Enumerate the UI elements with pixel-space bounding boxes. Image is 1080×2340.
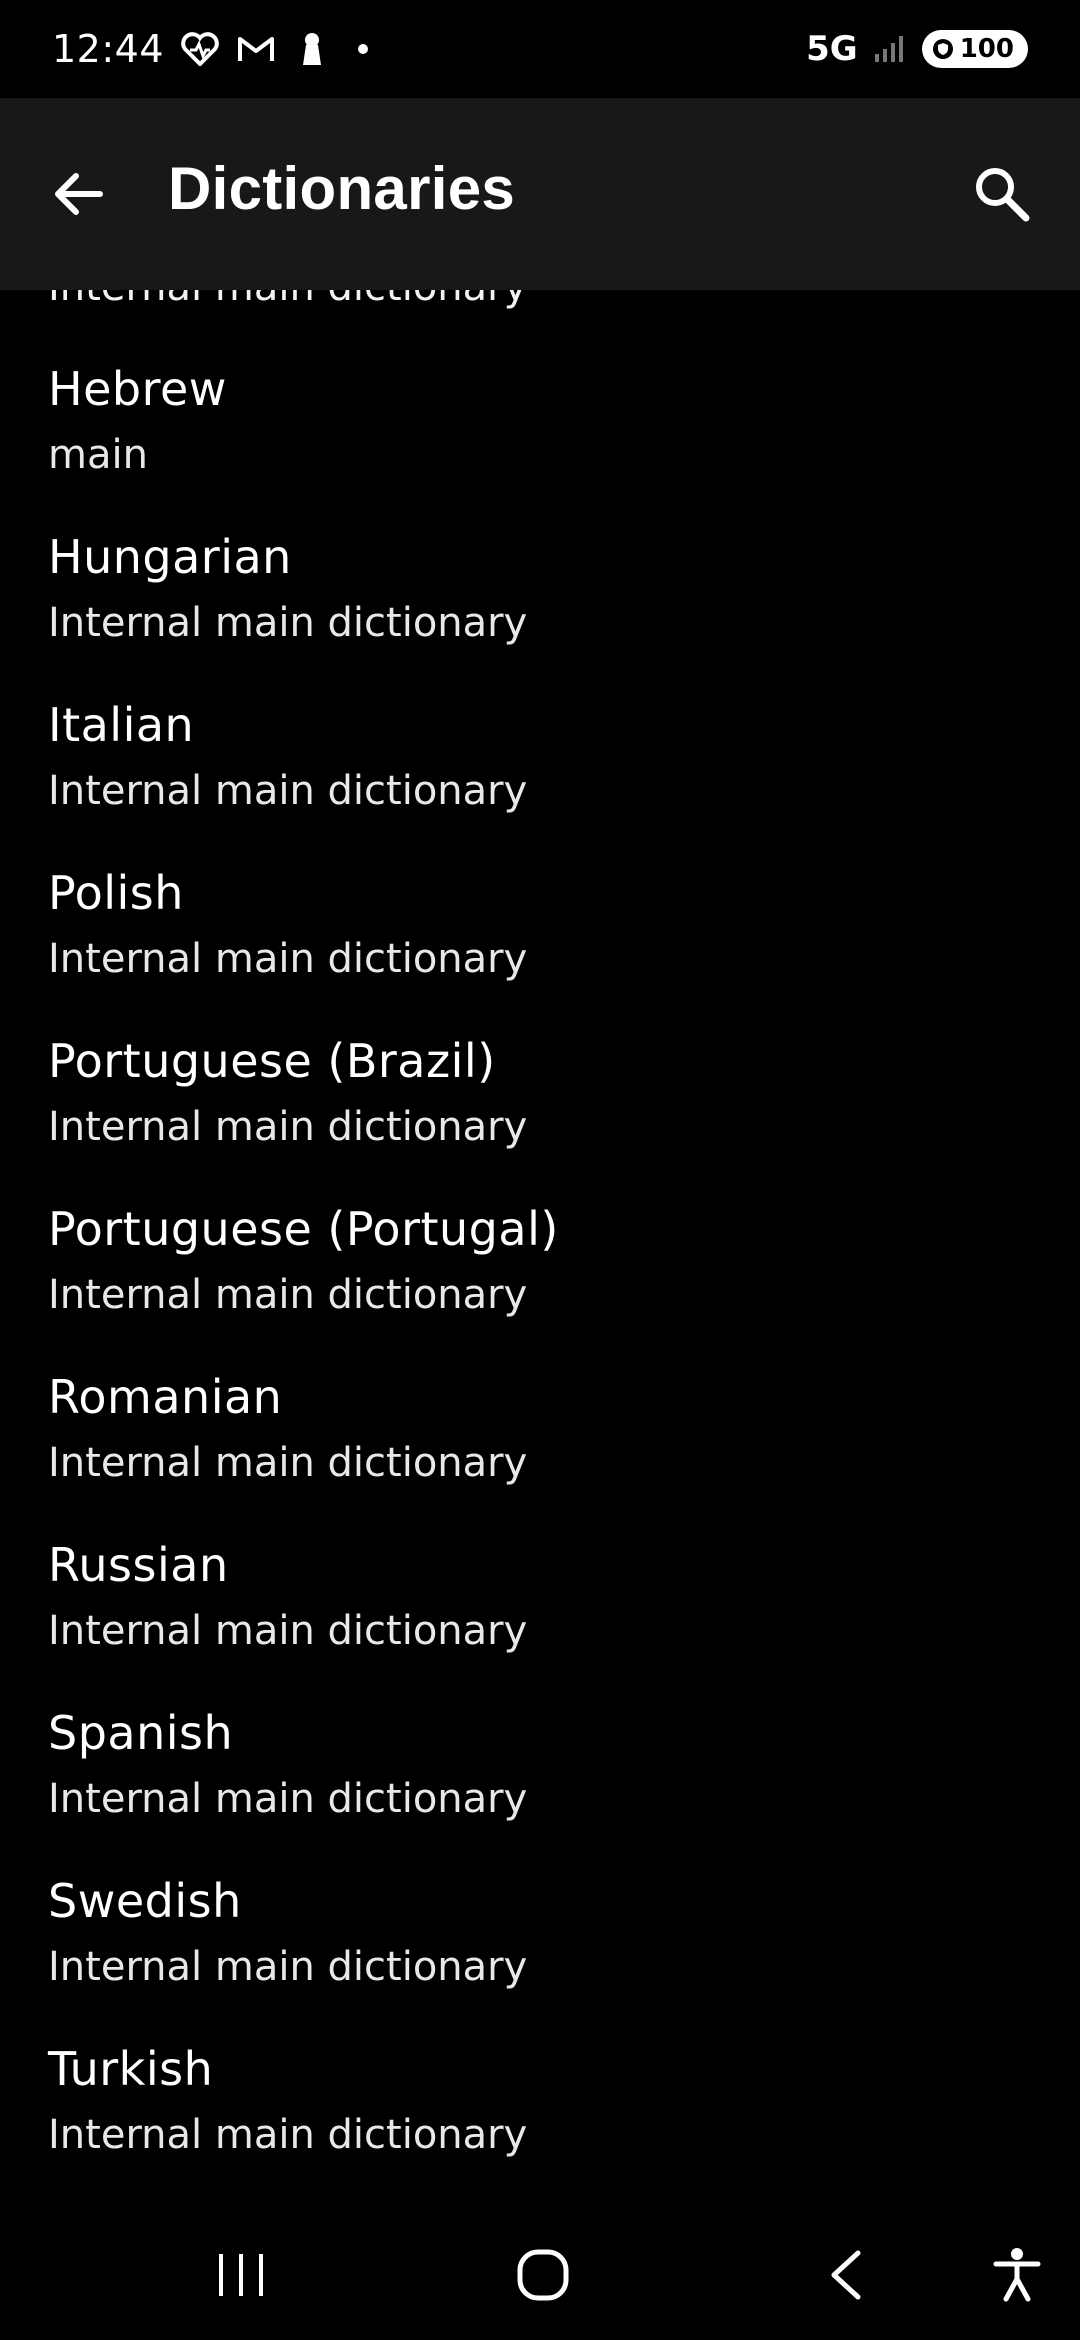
app-bar: Dictionaries	[0, 98, 1080, 290]
status-bar: 12:44 5G 100	[0, 0, 1080, 98]
recents-button[interactable]	[206, 2240, 276, 2310]
home-button[interactable]	[508, 2240, 578, 2310]
signal-icon	[870, 29, 910, 69]
list-item-subtitle: Internal main dictionary	[48, 2112, 528, 2158]
nav-back-icon	[831, 2250, 861, 2300]
dictionary-list: Internal main dictionary Hebrew main Hun…	[0, 290, 1080, 2200]
page-title: Dictionaries	[168, 155, 516, 222]
list-item-subtitle: Internal main dictionary	[48, 1776, 528, 1822]
list-item-subtitle: Internal main dictionary	[48, 1440, 528, 1486]
list-item-turkish[interactable]: Turkish Internal main dictionary	[0, 2020, 1080, 2188]
list-item-subtitle: Internal main dictionary	[48, 1944, 528, 1990]
list-item-title: Swedish	[48, 1874, 242, 1928]
accessibility-button[interactable]	[982, 2240, 1052, 2310]
list-item-portuguese-brazil[interactable]: Portuguese (Brazil) Internal main dictio…	[0, 1012, 1080, 1180]
list-item-partial-subtitle: Internal main dictionary	[48, 290, 527, 310]
list-item-title: Portuguese (Brazil)	[48, 1034, 496, 1088]
list-item-subtitle: Internal main dictionary	[48, 1272, 528, 1318]
accessibility-icon	[993, 2248, 1041, 2302]
system-nav-bar	[0, 2200, 1080, 2340]
list-item-italian[interactable]: Italian Internal main dictionary	[0, 676, 1080, 844]
list-item-swedish[interactable]: Swedish Internal main dictionary	[0, 1852, 1080, 2020]
list-item-hungarian[interactable]: Hungarian Internal main dictionary	[0, 508, 1080, 676]
recents-icon	[219, 2254, 263, 2296]
notification-dot-icon	[358, 44, 369, 54]
list-item-spanish[interactable]: Spanish Internal main dictionary	[0, 1684, 1080, 1852]
list-item-portuguese-portugal[interactable]: Portuguese (Portugal) Internal main dict…	[0, 1180, 1080, 1348]
list-item-romanian[interactable]: Romanian Internal main dictionary	[0, 1348, 1080, 1516]
status-time: 12:44	[52, 27, 165, 71]
list-item-subtitle: Internal main dictionary	[48, 1608, 528, 1654]
list-item-subtitle: Internal main dictionary	[48, 1104, 528, 1150]
status-left: 12:44	[52, 27, 369, 71]
search-icon	[976, 168, 1030, 222]
gmail-icon	[236, 29, 276, 69]
status-right: 5G 100	[806, 29, 1028, 69]
keyhole-icon	[292, 29, 332, 69]
list-item-russian[interactable]: Russian Internal main dictionary	[0, 1516, 1080, 1684]
back-button[interactable]	[48, 164, 108, 224]
list-item-title: Turkish	[48, 2042, 214, 2096]
list-item-hebrew[interactable]: Hebrew main	[0, 340, 1080, 508]
battery-level: 100	[959, 34, 1014, 64]
list-item-subtitle: main	[48, 432, 148, 478]
list-item-title: Russian	[48, 1538, 229, 1592]
list-item-polish[interactable]: Polish Internal main dictionary	[0, 844, 1080, 1012]
list-item-subtitle: Internal main dictionary	[48, 600, 528, 646]
network-type: 5G	[806, 29, 858, 69]
battery-shield-icon	[932, 39, 953, 59]
home-icon	[517, 2249, 569, 2301]
list-item-title: Italian	[48, 698, 195, 752]
list-item-title: Portuguese (Portugal)	[48, 1202, 559, 1256]
list-item-subtitle: Internal main dictionary	[48, 936, 528, 982]
list-item-title: Hebrew	[48, 362, 227, 416]
list-item-subtitle: Internal main dictionary	[48, 768, 528, 814]
list-item-title: Spanish	[48, 1706, 234, 1760]
list-item-title: Hungarian	[48, 530, 292, 584]
arrow-left-icon	[55, 173, 103, 215]
list-item-title: Romanian	[48, 1370, 283, 1424]
nav-back-button[interactable]	[810, 2240, 880, 2310]
battery-indicator: 100	[921, 30, 1028, 68]
list-item-title: Polish	[48, 866, 184, 920]
health-heart-icon	[180, 29, 220, 69]
search-button[interactable]	[970, 162, 1032, 224]
